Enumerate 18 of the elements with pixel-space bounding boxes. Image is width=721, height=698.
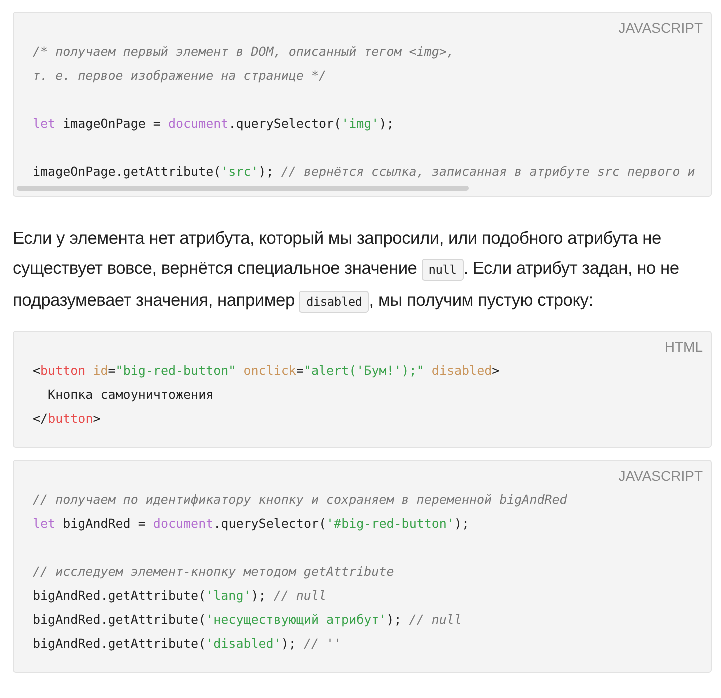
language-label: HTML: [664, 339, 703, 355]
language-label: JAVASCRIPT: [618, 468, 703, 484]
code-line: <button id="big-red-button" onclick="alert('Бум!');" disabled>: [33, 362, 501, 380]
code-line: bigAndRed.getAttribute('disabled'); // '': [33, 635, 343, 653]
code-line: let bigAndRed = document.querySelector('#big-red-button');: [33, 515, 471, 533]
code-line: /* получаем первый элемент в DOM, описанный тегом <img>,: [33, 43, 456, 61]
paragraph: Если у элемента нет атрибута, который мы запросили, или подобного атрибута не существует вовсе, вернётся специальное значение null . Если атрибут задан, но не подразумевает значения, например disabled , мы получим пустую строку:: [13, 223, 712, 317]
code-line: imageOnPage.getAttribute('src'); // вернётся ссылка, записанная в атрибуте src первого и: [33, 163, 696, 181]
code-line: // исследуем элемент-кнопку методом getAttribute: [33, 563, 396, 581]
code-line: // получаем по идентификатору кнопку и сохраняем в переменной bigAndRed: [33, 491, 568, 509]
code-line: т. е. первое изображение на странице */: [33, 67, 328, 85]
code-line: </button>: [33, 410, 102, 428]
code-line: bigAndRed.getAttribute('несуществующий атрибут'); // null: [33, 611, 463, 629]
code-line: Кнопка самоуничтожения: [47, 386, 215, 404]
language-label: JAVASCRIPT: [618, 20, 703, 36]
code-line: bigAndRed.getAttribute('lang'); // null: [33, 587, 328, 605]
scrollbar[interactable]: [17, 186, 469, 191]
code-line: let imageOnPage = document.querySelector('img');: [33, 115, 396, 133]
